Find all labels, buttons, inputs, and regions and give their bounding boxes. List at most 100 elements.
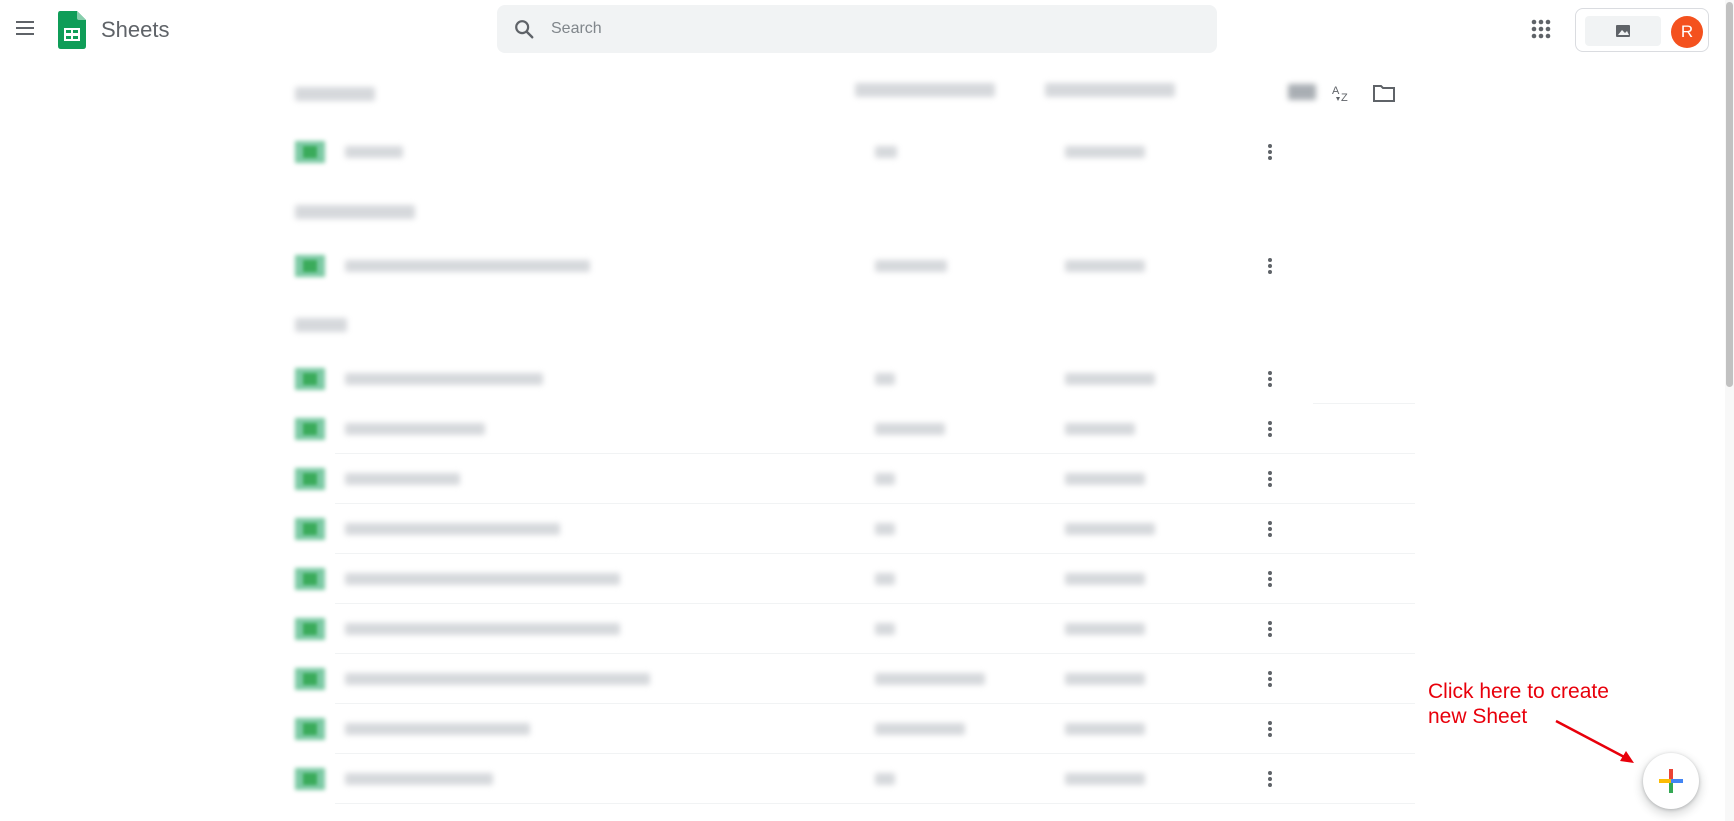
more-options-button[interactable] [1257,666,1283,692]
more-options-button[interactable] [1257,366,1283,392]
blurred-file-name [345,373,543,385]
more-vert-icon [1268,144,1272,160]
more-options-button[interactable] [1257,766,1283,792]
file-row[interactable] [295,704,1415,754]
blurred-file-name [345,723,530,735]
blurred-owner [875,260,947,272]
sheets-file-icon [295,141,325,163]
account-switcher[interactable]: R [1575,8,1709,52]
hamburger-menu-icon [16,21,34,35]
scrollbar-thumb[interactable] [1726,2,1733,387]
file-row[interactable] [295,241,1415,291]
sort-az-icon: A Z [1332,85,1348,103]
svg-text:A: A [1332,85,1340,97]
sheets-file-icon [295,468,325,490]
blurred-owner-filter[interactable] [855,83,995,97]
blurred-date [1065,773,1145,785]
blurred-date [1065,573,1145,585]
main-menu-button[interactable] [10,13,40,43]
svg-text:Z: Z [1341,92,1348,103]
blurred-file-name [345,673,650,685]
google-sheets-logo-icon [58,11,86,49]
blurred-owner [875,773,895,785]
sheets-file-icon [295,368,325,390]
blurred-file-name [345,523,560,535]
search-icon[interactable] [513,18,535,40]
more-vert-icon [1268,258,1272,274]
blurred-date [1065,723,1145,735]
open-file-picker-button[interactable] [1371,80,1397,106]
search-input[interactable] [551,5,1191,53]
organization-logo [1585,16,1661,46]
blurred-file-name [345,623,620,635]
blurred-owner [875,146,897,158]
more-options-button[interactable] [1257,139,1283,165]
create-new-sheet-button[interactable] [1643,753,1699,809]
avatar[interactable]: R [1671,16,1703,48]
blurred-date [1065,473,1145,485]
sheets-logo[interactable] [58,11,86,54]
sheets-file-icon [295,255,325,277]
blurred-section-label [295,318,347,332]
more-options-button[interactable] [1257,466,1283,492]
blurred-date-header[interactable] [1045,83,1175,97]
blurred-file-name [345,473,460,485]
file-row[interactable] [295,354,1415,404]
app-title: Sheets [101,17,170,42]
file-row[interactable] [295,554,1415,604]
sheets-file-icon [295,418,325,440]
callout-line-1: Click here to create [1428,680,1609,703]
more-vert-icon [1268,721,1272,737]
blurred-owner [875,373,895,385]
more-vert-icon [1268,521,1272,537]
more-vert-icon [1268,571,1272,587]
blurred-date [1065,423,1135,435]
sheets-file-icon [295,518,325,540]
blurred-file-name [345,260,590,272]
more-vert-icon [1268,771,1272,787]
more-vert-icon [1268,471,1272,487]
sheets-file-icon [295,568,325,590]
top-bar: Sheets R [0,0,1734,60]
blurred-section-title [295,87,375,101]
file-row[interactable] [295,404,1415,454]
file-row[interactable] [295,454,1415,504]
file-row[interactable] [295,654,1415,704]
sheets-file-icon [295,668,325,690]
blurred-owner [875,623,895,635]
apps-grid-icon [1531,19,1551,39]
file-row[interactable] [295,604,1415,654]
blurred-date [1065,373,1155,385]
more-options-button[interactable] [1257,616,1283,642]
search-bar[interactable] [497,5,1217,53]
blurred-file-name [345,146,403,158]
more-options-button[interactable] [1257,716,1283,742]
sheets-file-icon [295,768,325,790]
blurred-date [1065,623,1145,635]
file-row[interactable] [295,754,1415,804]
more-options-button[interactable] [1257,516,1283,542]
sheets-file-icon [295,718,325,740]
more-options-button[interactable] [1257,416,1283,442]
view-toggle-button[interactable] [1288,84,1316,100]
blurred-owner [875,423,945,435]
more-vert-icon [1268,421,1272,437]
blurred-owner [875,523,895,535]
blurred-date [1065,523,1155,535]
folder-icon [1373,85,1395,102]
file-row[interactable] [295,504,1415,554]
more-options-button[interactable] [1257,253,1283,279]
plus-icon [1659,769,1683,793]
more-vert-icon [1268,671,1272,687]
file-row[interactable] [295,127,1415,177]
blurred-section-label [295,205,415,219]
google-apps-button[interactable] [1528,16,1554,42]
sort-button[interactable]: A Z [1330,80,1356,106]
list-header: A Z [295,75,1415,115]
annotation-arrow-icon [1555,719,1634,763]
more-vert-icon [1268,371,1272,387]
sheets-file-icon [295,618,325,640]
more-options-button[interactable] [1257,566,1283,592]
blurred-owner [875,473,895,485]
image-icon [1616,25,1630,37]
